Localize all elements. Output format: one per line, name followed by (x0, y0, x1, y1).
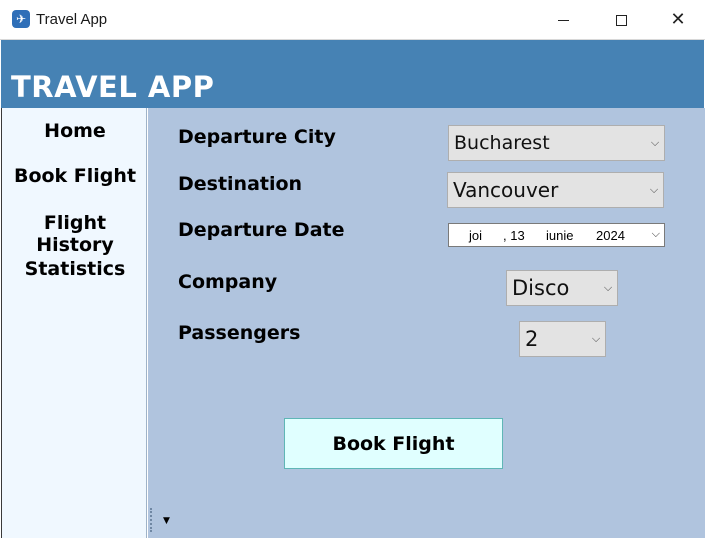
airplane-app-icon: ✈ (12, 10, 30, 28)
company-value: Disco (512, 276, 570, 300)
destination-label: Destination (178, 173, 303, 195)
sidebar-item-home[interactable]: Home (2, 120, 148, 142)
close-button[interactable]: ✕ (649, 0, 705, 40)
departure-date-label: Departure Date (178, 219, 345, 241)
chevron-down-icon: ⌵ (649, 183, 659, 196)
sidebar-item-flight-history[interactable]: Flight History (2, 212, 148, 256)
app-header: TRAVEL APP (1, 40, 704, 108)
date-year[interactable]: 2024 (596, 228, 625, 243)
destination-select[interactable]: Vancouver ⌵ (447, 172, 664, 208)
passengers-label: Passengers (178, 322, 301, 344)
booking-form-panel: Departure City Bucharest ⌵ Destination V… (148, 108, 705, 538)
date-day[interactable]: , 13 (503, 228, 525, 243)
company-select[interactable]: Disco ⌵ (506, 270, 618, 306)
date-month[interactable]: iunie (546, 228, 573, 243)
chevron-down-icon[interactable]: ⌵ (652, 227, 660, 241)
departure-city-label: Departure City (178, 126, 336, 148)
departure-date-picker[interactable]: joi , 13 iunie 2024 ⌵ (448, 223, 665, 247)
resize-grip[interactable] (150, 508, 156, 532)
window-titlebar: ✈ Travel App ✕ (0, 0, 705, 40)
maximize-button[interactable] (592, 0, 650, 40)
maximize-icon (615, 14, 627, 26)
chevron-down-icon: ⌵ (650, 136, 660, 149)
passengers-select[interactable]: 2 ⌵ (519, 321, 606, 357)
passengers-value: 2 (525, 327, 539, 351)
close-icon: ✕ (670, 9, 686, 30)
minimize-button[interactable] (534, 0, 592, 40)
sidebar-nav: Home Book Flight Flight History Statisti… (1, 108, 147, 538)
book-flight-button[interactable]: Book Flight (284, 418, 503, 469)
company-label: Company (178, 271, 278, 293)
departure-city-select[interactable]: Bucharest ⌵ (448, 125, 665, 161)
caret-down-icon[interactable]: ▼ (163, 516, 170, 526)
departure-city-value: Bucharest (454, 132, 550, 154)
window-title: Travel App (36, 11, 108, 28)
chevron-down-icon: ⌵ (603, 281, 613, 294)
chevron-down-icon: ⌵ (591, 332, 601, 345)
minimize-icon (557, 19, 569, 21)
app-header-title: TRAVEL APP (11, 70, 215, 104)
date-weekday[interactable]: joi (469, 228, 482, 243)
destination-value: Vancouver (453, 178, 559, 202)
sidebar-item-statistics[interactable]: Statistics (2, 258, 148, 280)
sidebar-item-book-flight[interactable]: Book Flight (2, 165, 148, 187)
